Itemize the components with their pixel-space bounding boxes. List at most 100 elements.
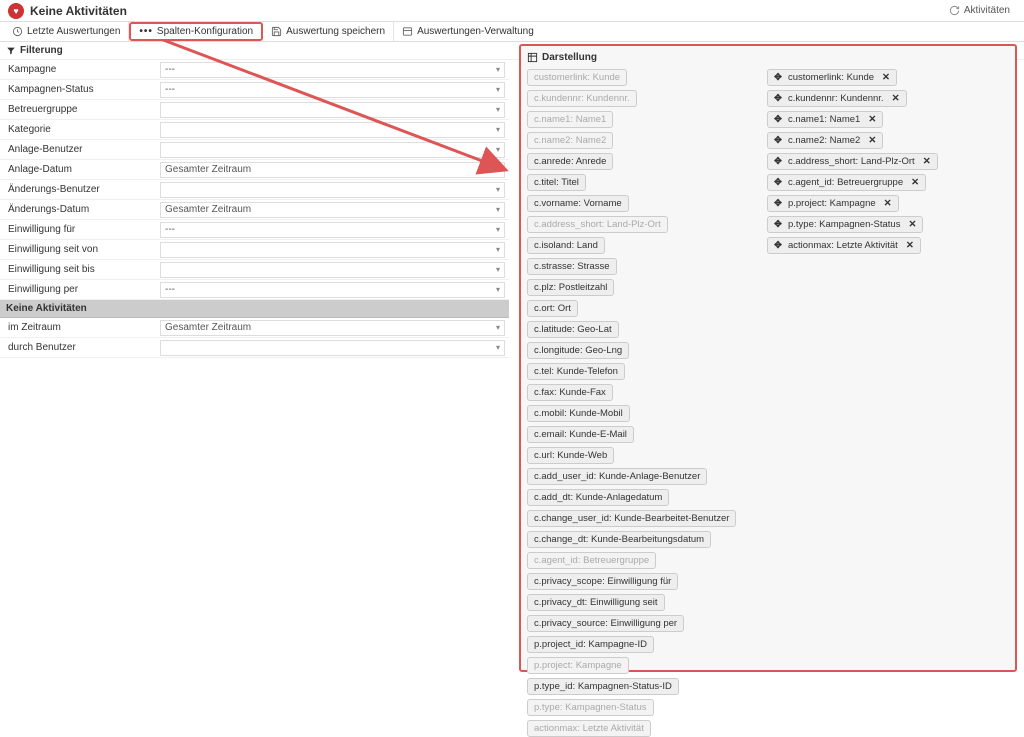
filter-select[interactable]: ▾ [160,262,505,278]
available-chip[interactable]: c.latitude: Geo-Lat [527,321,619,338]
filter-select[interactable]: ▾ [160,102,505,118]
remove-icon[interactable]: ✕ [892,93,900,104]
filter-label: im Zeitraum [0,322,160,333]
filter-label: Einwilligung für [0,224,160,235]
selected-chip[interactable]: ✥c.name1: Name1✕ [767,111,883,128]
toolbar: Letzte Auswertungen ••• Spalten-Konfigur… [0,22,1024,42]
manage-icon [402,26,413,37]
filter-select[interactable]: ▾ [160,242,505,258]
chevron-down-icon: ▾ [496,285,500,294]
toolbar-last-reports[interactable]: Letzte Auswertungen [4,22,129,41]
selected-chip[interactable]: ✥p.type: Kampagnen-Status✕ [767,216,923,233]
filter-select[interactable]: Gesamter Zeitraum▾ [160,320,505,336]
filter-label: Anlage-Datum [0,164,160,175]
refresh-icon [949,5,960,16]
available-chip[interactable]: c.vorname: Vorname [527,195,629,212]
available-chip[interactable]: c.tel: Kunde-Telefon [527,363,625,380]
filter-form: Kampagne---▾Kampagnen-Status---▾Betreuer… [0,60,509,358]
filter-row: Einwilligung seit bis▾ [0,260,509,280]
filter-label: Einwilligung seit bis [0,264,160,275]
filter-label: Einwilligung per [0,284,160,295]
chevron-down-icon: ▾ [496,225,500,234]
remove-icon[interactable]: ✕ [908,219,916,230]
section-header: Keine Aktivitäten [0,300,509,318]
available-chip[interactable]: c.email: Kunde-E-Mail [527,426,634,443]
drag-icon: ✥ [774,240,782,251]
filter-row: Kampagne---▾ [0,60,509,80]
available-chip[interactable]: c.longitude: Geo-Lng [527,342,629,359]
filter-label: Kampagnen-Status [0,84,160,95]
available-chip[interactable]: c.mobil: Kunde-Mobil [527,405,630,422]
save-icon [271,26,282,37]
selected-chip[interactable]: ✥customerlink: Kunde✕ [767,69,897,86]
filter-label: durch Benutzer [0,342,160,353]
available-chip[interactable]: c.plz: Postleitzahl [527,279,614,296]
available-chip[interactable]: c.privacy_dt: Einwilligung seit [527,594,665,611]
selected-chip[interactable]: ✥c.address_short: Land-Plz-Ort✕ [767,153,938,170]
filter-icon [6,46,16,56]
available-chip[interactable]: c.titel: Titel [527,174,586,191]
available-chip: customerlink: Kunde [527,69,627,86]
filter-label: Änderungs-Datum [0,204,160,215]
filter-select[interactable]: ▾ [160,340,505,356]
filter-label: Betreuergruppe [0,104,160,115]
available-chip[interactable]: c.anrede: Anrede [527,153,613,170]
filter-select[interactable]: ▾ [160,122,505,138]
layout-icon [527,52,538,63]
chevron-down-icon: ▾ [496,85,500,94]
selected-chip[interactable]: ✥actionmax: Letzte Aktivität✕ [767,237,921,254]
available-chip[interactable]: c.change_dt: Kunde-Bearbeitungsdatum [527,531,711,548]
available-chip[interactable]: c.change_user_id: Kunde-Bearbeitet-Benut… [527,510,736,527]
remove-icon[interactable]: ✕ [868,114,876,125]
remove-icon[interactable]: ✕ [923,156,931,167]
drag-icon: ✥ [774,198,782,209]
drag-icon: ✥ [774,177,782,188]
filter-select[interactable]: Gesamter Zeitraum▾ [160,162,505,178]
selected-chip[interactable]: ✥p.project: Kampagne✕ [767,195,899,212]
filter-select[interactable]: ---▾ [160,82,505,98]
available-chip[interactable]: c.ort: Ort [527,300,578,317]
filter-label: Einwilligung seit von [0,244,160,255]
remove-icon[interactable]: ✕ [906,240,914,251]
filter-row: durch Benutzer▾ [0,338,509,358]
remove-icon[interactable]: ✕ [884,198,892,209]
available-chip: c.address_short: Land-Plz-Ort [527,216,668,233]
available-chip[interactable]: c.privacy_source: Einwilligung per [527,615,684,632]
available-chip: p.project: Kampagne [527,657,629,674]
toolbar-reports-management[interactable]: Auswertungen-Verwaltung [394,22,542,41]
available-chip[interactable]: c.fax: Kunde-Fax [527,384,613,401]
available-chip[interactable]: c.url: Kunde-Web [527,447,614,464]
remove-icon[interactable]: ✕ [882,72,890,83]
available-chip[interactable]: p.type_id: Kampagnen-Status-ID [527,678,679,695]
filter-label: Änderungs-Benutzer [0,184,160,195]
available-chip[interactable]: c.isoland: Land [527,237,605,254]
filter-select[interactable]: ---▾ [160,62,505,78]
filter-select[interactable]: ---▾ [160,222,505,238]
filter-row: Einwilligung seit von ▾ [0,240,509,260]
drag-icon: ✥ [774,72,782,83]
selected-chip[interactable]: ✥c.kundennr: Kundennr.✕ [767,90,907,107]
filter-select[interactable]: Gesamter Zeitraum▾ [160,202,505,218]
filter-select[interactable]: ---▾ [160,282,505,298]
filter-select[interactable]: ▾ [160,142,505,158]
selected-chip[interactable]: ✥c.agent_id: Betreuergruppe✕ [767,174,926,191]
filter-label: Kampagne [0,64,160,75]
available-chip[interactable]: c.strasse: Strasse [527,258,617,275]
available-chip[interactable]: c.privacy_scope: Einwilligung für [527,573,678,590]
toolbar-column-config[interactable]: ••• Spalten-Konfiguration [129,22,263,41]
remove-icon[interactable]: ✕ [911,177,919,188]
filter-select[interactable]: ▾ [160,182,505,198]
available-chip[interactable]: c.add_user_id: Kunde-Anlage-Benutzer [527,468,707,485]
selected-chip[interactable]: ✥c.name2: Name2✕ [767,132,883,149]
remove-icon[interactable]: ✕ [868,135,876,146]
available-chip[interactable]: p.project_id: Kampagne-ID [527,636,654,653]
page-title: Keine Aktivitäten [30,4,127,18]
available-chip[interactable]: c.add_dt: Kunde-Anlagedatum [527,489,669,506]
available-chip: c.kundennr: Kundennr. [527,90,637,107]
chevron-down-icon: ▾ [496,245,500,254]
toolbar-save-report[interactable]: Auswertung speichern [263,22,394,41]
app-header: ♥ Keine Aktivitäten Aktivitäten [0,0,1024,22]
chevron-down-icon: ▾ [496,105,500,114]
refresh-button[interactable]: Aktivitäten [943,3,1016,18]
filter-row: Kategorie▾ [0,120,509,140]
